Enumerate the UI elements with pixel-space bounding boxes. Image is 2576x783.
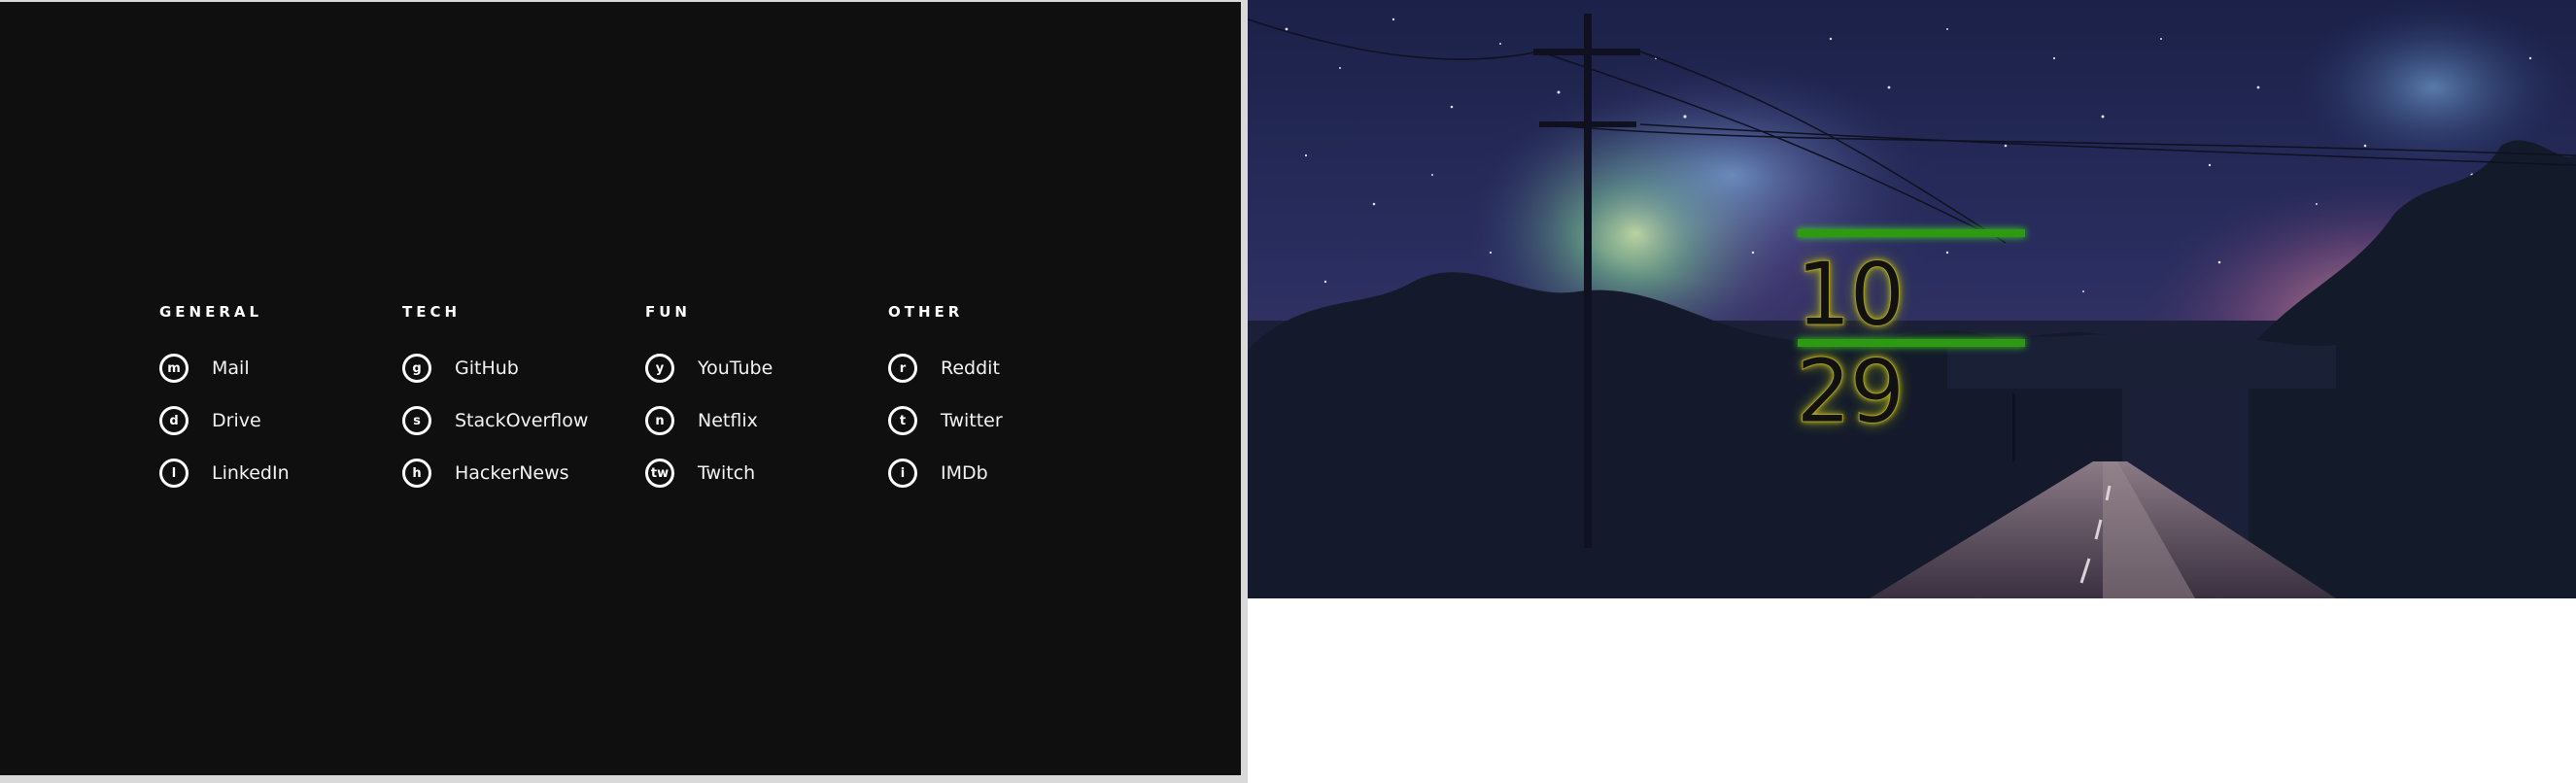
column-general: GENERAL m Mail d Drive l LinkedIn	[159, 301, 402, 499]
shortcut-key-badge: n	[645, 406, 674, 435]
clock-accent-bar	[1798, 339, 2025, 347]
link-label: Netflix	[698, 410, 758, 431]
link-label: StackOverflow	[455, 410, 589, 431]
column-tech: TECH g GitHub s StackOverflow h HackerNe…	[402, 301, 645, 499]
link-label: IMDb	[941, 462, 988, 484]
link-label: Reddit	[941, 357, 1000, 379]
link-mail[interactable]: m Mail	[159, 342, 402, 394]
shortcut-key-badge: r	[888, 354, 917, 383]
shortcut-key-badge: h	[402, 459, 431, 488]
link-netflix[interactable]: n Netflix	[645, 394, 888, 447]
shortcut-key-badge: s	[402, 406, 431, 435]
link-github[interactable]: g GitHub	[402, 342, 645, 394]
shortcut-key-badge: g	[402, 354, 431, 383]
link-label: GitHub	[455, 357, 519, 379]
link-linkedin[interactable]: l LinkedIn	[159, 447, 402, 499]
link-label: Twitch	[698, 462, 756, 484]
column-title: FUN	[645, 303, 691, 321]
shortcut-key-badge: m	[159, 354, 189, 383]
column-other: OTHER r Reddit t Twitter i IMDb	[888, 301, 1131, 499]
link-youtube[interactable]: y YouTube	[645, 342, 888, 394]
link-label: Mail	[212, 357, 250, 379]
link-label: Drive	[212, 410, 261, 431]
column-title: GENERAL	[159, 303, 263, 321]
clock-widget: 10 29	[1796, 229, 2025, 441]
startpage-panel: GENERAL m Mail d Drive l LinkedIn TECH g	[0, 0, 1248, 783]
column-fun: FUN y YouTube n Netflix tw Twitch	[645, 301, 888, 499]
column-title: OTHER	[888, 303, 964, 321]
wallpaper-panel: 10 29	[1248, 0, 2576, 598]
link-stackoverflow[interactable]: s StackOverflow	[402, 394, 645, 447]
link-label: HackerNews	[455, 462, 569, 484]
shortcut-key-badge: d	[159, 406, 189, 435]
shortcut-key-badge: i	[888, 459, 917, 488]
shortcut-key-badge: l	[159, 459, 189, 488]
link-label: YouTube	[698, 357, 773, 379]
link-imdb[interactable]: i IMDb	[888, 447, 1131, 499]
link-label: Twitter	[941, 410, 1003, 431]
link-twitter[interactable]: t Twitter	[888, 394, 1131, 447]
shortcut-key-badge: t	[888, 406, 917, 435]
clock-accent-bar	[1798, 229, 2025, 237]
column-title: TECH	[402, 303, 462, 321]
link-twitch[interactable]: tw Twitch	[645, 447, 888, 499]
link-grid: GENERAL m Mail d Drive l LinkedIn TECH g	[159, 301, 1131, 499]
link-label: LinkedIn	[212, 462, 290, 484]
startpage-background: GENERAL m Mail d Drive l LinkedIn TECH g	[0, 2, 1241, 775]
shortcut-key-badge: y	[645, 354, 674, 383]
link-hackernews[interactable]: h HackerNews	[402, 447, 645, 499]
shortcut-key-badge: tw	[645, 459, 674, 488]
link-reddit[interactable]: r Reddit	[888, 342, 1131, 394]
link-drive[interactable]: d Drive	[159, 394, 402, 447]
